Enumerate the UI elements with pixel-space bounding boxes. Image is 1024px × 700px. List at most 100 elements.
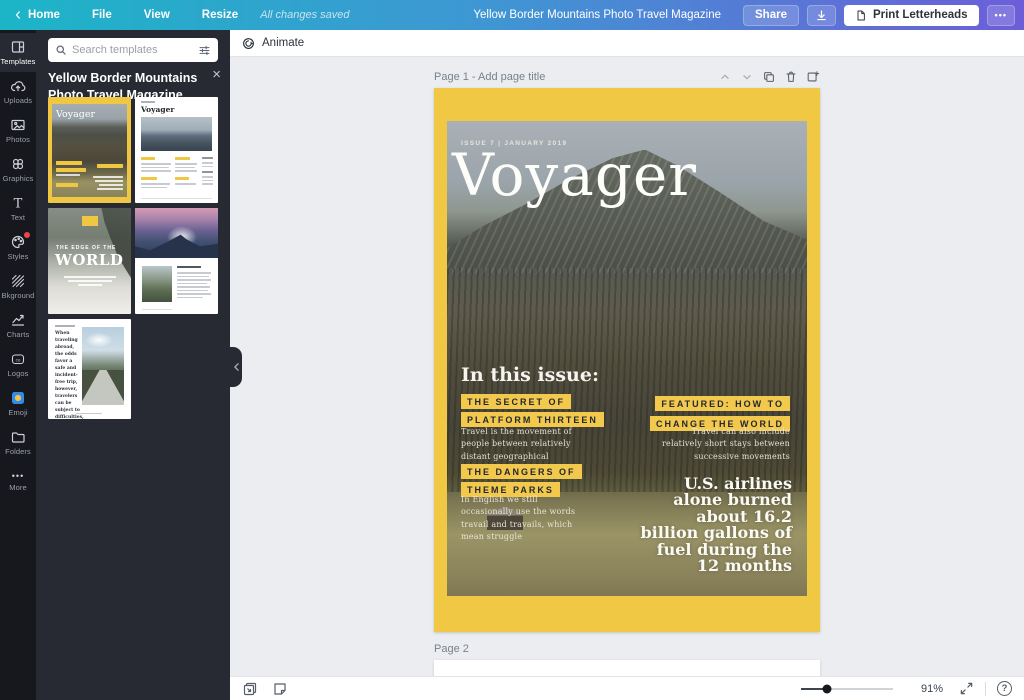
template-thumbnails-grid: Voyager Voyager <box>48 97 218 419</box>
headline-tag: THE SECRET OF <box>461 394 571 409</box>
zoom-slider-handle[interactable] <box>822 684 831 693</box>
view-menu[interactable]: View <box>128 9 186 21</box>
topbar-more-button[interactable]: ••• <box>987 5 1015 26</box>
duplicate-page-button[interactable] <box>762 70 776 84</box>
download-button[interactable] <box>807 5 836 26</box>
close-icon[interactable]: × <box>212 67 221 82</box>
charts-icon <box>10 312 26 328</box>
notification-dot <box>24 232 30 238</box>
sidebar-item-photos[interactable]: Photos <box>0 111 36 150</box>
page2-title[interactable]: Page 2 <box>434 643 469 655</box>
sidebar-item-charts[interactable]: Charts <box>0 306 36 345</box>
teaser-paragraph-2[interactable]: In English we still occasionally use the… <box>461 494 591 544</box>
sidebar-item-folders[interactable]: Folders <box>0 423 36 462</box>
masthead-title[interactable]: Voyager <box>452 146 697 204</box>
save-status: All changes saved <box>254 9 349 21</box>
sidebar-label: Uploads <box>4 96 32 105</box>
emoji-icon <box>10 390 26 406</box>
sidebar-item-logos[interactable]: co Logos <box>0 345 36 384</box>
template-thumb-cover[interactable]: Voyager <box>48 97 131 203</box>
headline-tag: THE DANGERS OF <box>461 464 582 479</box>
sidebar-label: Text <box>11 213 25 222</box>
page2-blank[interactable] <box>434 660 820 676</box>
home-button[interactable]: Home <box>9 9 76 21</box>
sidebar-label: More <box>9 483 27 492</box>
text-icon: T <box>10 195 26 211</box>
sidebar-item-background[interactable]: Bkground <box>0 267 36 306</box>
zoom-slider[interactable] <box>801 688 893 690</box>
sidebar-item-graphics[interactable]: Graphics <box>0 150 36 189</box>
resize-menu[interactable]: Resize <box>186 9 254 21</box>
svg-text:T: T <box>14 197 23 212</box>
teaser-paragraph-3[interactable]: Travel can also include relatively short… <box>658 426 790 463</box>
thumb-road-text: When traveling abroad, the odds favor a … <box>55 331 81 419</box>
delete-page-button[interactable] <box>784 70 798 84</box>
panel-collapse-handle[interactable] <box>230 347 242 387</box>
page1-title[interactable]: Page 1 - Add page title <box>434 71 545 83</box>
statusbar-divider <box>985 682 986 696</box>
sidebar-item-emoji[interactable]: Emoji <box>0 384 36 423</box>
thumb-title: WORLD <box>55 251 123 269</box>
search-icon <box>55 44 67 56</box>
template-thumb-road[interactable]: When traveling abroad, the odds favor a … <box>48 319 131 419</box>
document-title[interactable]: Yellow Border Mountains Photo Travel Mag… <box>473 9 721 21</box>
template-search-bar[interactable] <box>48 38 218 62</box>
object-panel-rail: Templates Uploads Photos Graphics T Text… <box>0 30 36 700</box>
sidebar-label: Graphics <box>3 174 34 183</box>
sidebar-item-styles[interactable]: Styles <box>0 228 36 267</box>
animate-button[interactable]: Animate <box>241 36 304 51</box>
page1-magazine-cover[interactable]: ISSUE 7 | JANUARY 2019 Voyager In this i… <box>434 88 820 632</box>
move-page-up-button[interactable] <box>718 70 732 84</box>
page1-controls <box>718 70 820 84</box>
filter-sliders-icon[interactable] <box>198 44 211 57</box>
top-menu-left: Home File View Resize All changes saved <box>9 9 349 21</box>
print-letterheads-button[interactable]: Print Letterheads <box>844 5 979 26</box>
sidebar-item-text[interactable]: T Text <box>0 189 36 228</box>
sidebar-label: Templates <box>0 57 35 66</box>
share-button[interactable]: Share <box>743 5 799 26</box>
zoom-level[interactable]: 91% <box>913 683 943 695</box>
sidebar-label: Charts <box>7 330 30 339</box>
sidebar-label: Logos <box>8 369 29 378</box>
animate-label: Animate <box>262 37 304 49</box>
sidebar-label: Folders <box>5 447 31 456</box>
headline-tag: PLATFORM THIRTEEN <box>461 412 604 427</box>
thumb-article-masthead: Voyager <box>141 105 174 114</box>
print-letterheads-label: Print Letterheads <box>873 9 968 21</box>
thumb-badge <box>82 216 98 226</box>
design-canvas[interactable]: Page 1 - Add page title ISSUE 7 | JANUAR… <box>230 58 1024 676</box>
move-page-down-button[interactable] <box>740 70 754 84</box>
template-thumb-article[interactable]: Voyager <box>135 97 218 203</box>
sidebar-item-more[interactable]: ••• More <box>0 462 36 501</box>
download-icon <box>815 9 828 22</box>
pull-quote[interactable]: U.S. airlines alone burned about 16.2 bi… <box>592 476 792 575</box>
context-toolbar: Animate <box>230 30 1024 57</box>
help-icon[interactable]: ? <box>997 681 1012 696</box>
thumb-volcano-photo <box>135 208 218 258</box>
add-page-button[interactable] <box>806 70 820 84</box>
template-thumb-edge-of-world[interactable]: THE EDGE OF THE WORLD <box>48 208 131 314</box>
sidebar-item-uploads[interactable]: Uploads <box>0 72 36 111</box>
animate-icon <box>241 36 256 51</box>
thumb-road-photo <box>82 327 124 405</box>
section-heading[interactable]: In this issue: <box>461 364 599 386</box>
notes-icon[interactable] <box>272 681 288 697</box>
background-pattern-icon <box>10 273 26 289</box>
back-chevron-icon <box>13 10 23 20</box>
headline-tag-group-1[interactable]: THE SECRET OF PLATFORM THIRTEEN <box>461 394 604 430</box>
canva-editor: Home File View Resize All changes saved … <box>0 0 1024 700</box>
graphics-icon <box>10 156 26 172</box>
sidebar-label: Styles <box>7 252 28 261</box>
document-icon <box>855 9 867 22</box>
template-thumb-volcano[interactable] <box>135 208 218 314</box>
sidebar-label: Emoji <box>8 408 27 417</box>
file-menu[interactable]: File <box>76 9 128 21</box>
thumb-article-photo <box>141 117 212 151</box>
pages-overview-icon[interactable] <box>242 681 258 697</box>
sidebar-item-templates[interactable]: Templates <box>0 33 36 72</box>
svg-text:co: co <box>16 358 21 363</box>
thumb-inset-photo <box>142 266 172 302</box>
search-input[interactable] <box>72 44 193 56</box>
upload-cloud-icon <box>10 78 26 94</box>
fullscreen-icon[interactable] <box>959 681 974 696</box>
